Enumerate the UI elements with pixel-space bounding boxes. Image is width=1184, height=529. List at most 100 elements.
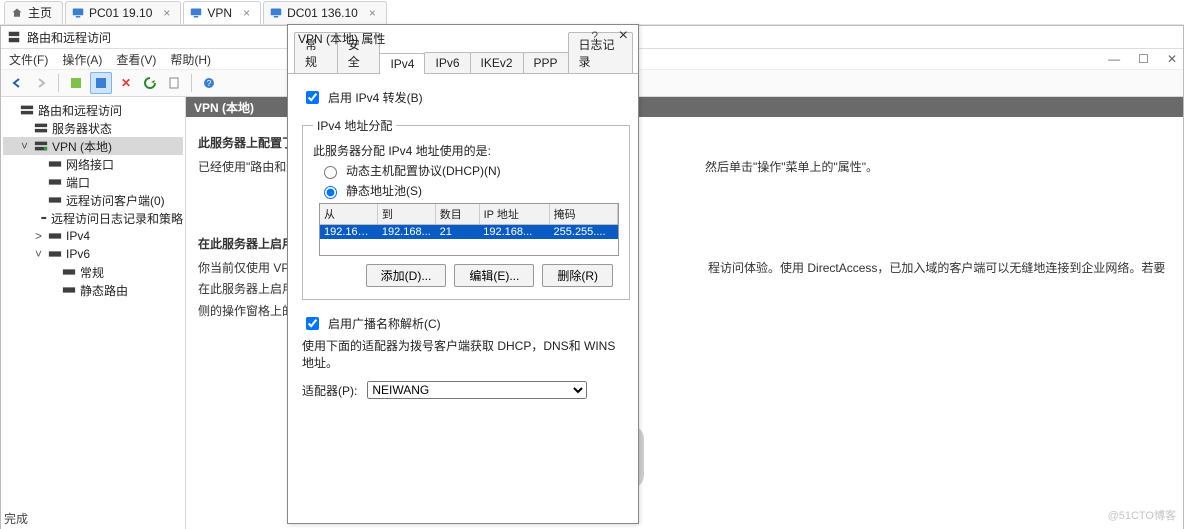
adapter-select[interactable]: NEIWANG xyxy=(367,381,587,399)
top-tab-pc01[interactable]: PC01 19.10 × xyxy=(65,1,181,24)
close-icon[interactable]: × xyxy=(163,6,170,20)
tree-vpn-local[interactable]: ˅VPN (本地) xyxy=(3,137,183,155)
top-tab-home[interactable]: 主页 xyxy=(4,1,63,24)
close-icon[interactable]: ✕ xyxy=(1167,52,1177,66)
address-pool-table[interactable]: 从 到 数目 IP 地址 掩码 192.168.... 192.168... 2… xyxy=(319,203,619,256)
status-bar-text: 完成 xyxy=(4,510,28,527)
chevron-right-icon[interactable]: ˃ xyxy=(33,229,44,243)
monitor-icon xyxy=(190,7,202,19)
tree-ports[interactable]: 端口 xyxy=(3,173,183,191)
dialog-body: 启用 IPv4 转发(B) IPv4 地址分配 此服务器分配 IPv4 地址使用… xyxy=(288,74,638,409)
node-icon xyxy=(48,248,62,260)
back-button[interactable] xyxy=(7,73,27,93)
tree-label: 端口 xyxy=(66,174,90,191)
dialog-title-text: VPN (本地) 属性 xyxy=(298,30,385,47)
tree-label: 远程访问客户端(0) xyxy=(66,192,165,209)
toolbar-separator xyxy=(58,74,59,92)
group-legend: IPv4 地址分配 xyxy=(313,117,396,134)
server-icon xyxy=(7,30,21,44)
top-tab-label: 主页 xyxy=(28,4,52,21)
col-mask: 掩码 xyxy=(550,204,618,224)
tree-server-status[interactable]: 服务器状态 xyxy=(3,119,183,137)
forward-button[interactable] xyxy=(31,73,51,93)
dialog-title-bar: VPN (本地) 属性 ? × xyxy=(288,25,638,51)
menu-help[interactable]: 帮助(H) xyxy=(170,51,211,68)
menu-view[interactable]: 查看(V) xyxy=(116,51,156,68)
table-header: 从 到 数目 IP 地址 掩码 xyxy=(320,204,618,225)
toolbar-refresh-button[interactable] xyxy=(66,73,86,93)
button-label: 删除(R) xyxy=(557,269,598,283)
dialog-tabs: 常规 安全 IPv4 IPv6 IKEv2 PPP 日志记录 xyxy=(288,51,638,74)
server-icon xyxy=(20,104,34,116)
col-count: 数目 xyxy=(436,204,480,224)
cell-ip: 192.168... xyxy=(479,225,549,239)
tab-ppp[interactable]: PPP xyxy=(523,52,569,73)
top-tab-dc01[interactable]: DC01 136.10 × xyxy=(263,1,387,24)
chevron-down-icon[interactable]: ˅ xyxy=(33,247,44,261)
server-icon xyxy=(34,122,48,134)
monitor-icon xyxy=(270,7,282,19)
enable-broadcast-checkbox[interactable] xyxy=(306,317,319,330)
tab-label: IPv6 xyxy=(435,56,459,70)
edit-button[interactable]: 编辑(E)... xyxy=(454,264,534,287)
add-button[interactable]: 添加(D)... xyxy=(366,264,447,287)
dialog-close-button[interactable]: × xyxy=(619,27,628,45)
top-tab-vpn[interactable]: VPN × xyxy=(183,1,261,24)
tree-label: 静态路由 xyxy=(80,282,128,299)
chevron-down-icon[interactable]: ˅ xyxy=(19,139,30,153)
col-from: 从 xyxy=(320,204,378,224)
tab-ipv4[interactable]: IPv4 xyxy=(379,53,425,74)
delete-button[interactable]: 删除(R) xyxy=(542,264,613,287)
home-icon xyxy=(11,7,23,19)
toolbar-delete-button[interactable]: ✕ xyxy=(116,73,136,93)
menu-file[interactable]: 文件(F) xyxy=(9,51,48,68)
minimize-icon[interactable]: — xyxy=(1108,52,1120,66)
close-icon[interactable]: × xyxy=(369,6,376,20)
toolbar-help-button[interactable]: ? xyxy=(199,73,219,93)
monitor-icon xyxy=(72,7,84,19)
maximize-icon[interactable]: ☐ xyxy=(1138,52,1149,66)
node-icon xyxy=(62,284,76,296)
col-ip: IP 地址 xyxy=(480,204,550,224)
toolbar-refresh2-button[interactable] xyxy=(140,73,160,93)
enable-broadcast-label: 启用广播名称解析(C) xyxy=(328,315,441,332)
tree-root[interactable]: 路由和远程访问 xyxy=(3,101,183,119)
table-row[interactable]: 192.168.... 192.168... 21 192.168... 255… xyxy=(320,225,618,239)
dialog-help-button[interactable]: ? xyxy=(591,29,598,43)
toolbar-properties-button[interactable] xyxy=(164,73,184,93)
tree-ipv4[interactable]: ˃ IPv4 xyxy=(3,227,183,245)
properties-dialog: VPN (本地) 属性 ? × 常规 安全 IPv4 IPv6 IKEv2 PP… xyxy=(287,24,639,524)
tree-ipv6[interactable]: ˅IPv6 xyxy=(3,245,183,263)
static-pool-radio[interactable] xyxy=(324,186,337,199)
tree-network-interfaces[interactable]: 网络接口 xyxy=(3,155,183,173)
adapter-description: 使用下面的适配器为拨号客户端获取 DHCP，DNS和 WINS 地址。 xyxy=(302,337,624,371)
dhcp-radio[interactable] xyxy=(324,166,337,179)
tab-label: IKEv2 xyxy=(481,56,513,70)
tree-label: 常规 xyxy=(80,264,104,281)
tree-remote-logging[interactable]: 远程访问日志记录和策略 xyxy=(3,209,183,227)
tree-label: 网络接口 xyxy=(66,156,114,173)
toolbar-details-button[interactable] xyxy=(90,72,112,94)
cell-mask: 255.255.... xyxy=(550,225,619,239)
cell-to: 192.168... xyxy=(378,225,436,239)
tab-ikev2[interactable]: IKEv2 xyxy=(470,52,524,73)
node-icon xyxy=(48,158,62,170)
tree-label: IPv4 xyxy=(66,229,90,243)
top-tab-label: VPN xyxy=(207,6,232,20)
close-icon[interactable]: × xyxy=(243,6,250,20)
tree-ipv6-static-route[interactable]: 静态路由 xyxy=(3,281,183,299)
tree-label: 路由和远程访问 xyxy=(38,102,122,119)
tab-label: PPP xyxy=(534,56,558,70)
tab-ipv6[interactable]: IPv6 xyxy=(424,52,470,73)
tree-label: 远程访问日志记录和策略 xyxy=(51,210,183,227)
tree-ipv6-general[interactable]: 常规 xyxy=(3,263,183,281)
table-empty-area xyxy=(320,239,618,255)
enable-ipv4-forwarding-checkbox[interactable] xyxy=(306,91,319,104)
dhcp-radio-label: 动态主机配置协议(DHCP)(N) xyxy=(346,162,501,179)
top-tab-bar: 主页 PC01 19.10 × VPN × DC01 136.10 × xyxy=(0,0,1184,25)
toolbar-separator xyxy=(191,74,192,92)
details-header-text: VPN (本地) xyxy=(194,99,254,116)
menu-action[interactable]: 操作(A) xyxy=(62,51,102,68)
tree-remote-clients[interactable]: 远程访问客户端(0) xyxy=(3,191,183,209)
top-tab-label: DC01 136.10 xyxy=(287,6,358,20)
